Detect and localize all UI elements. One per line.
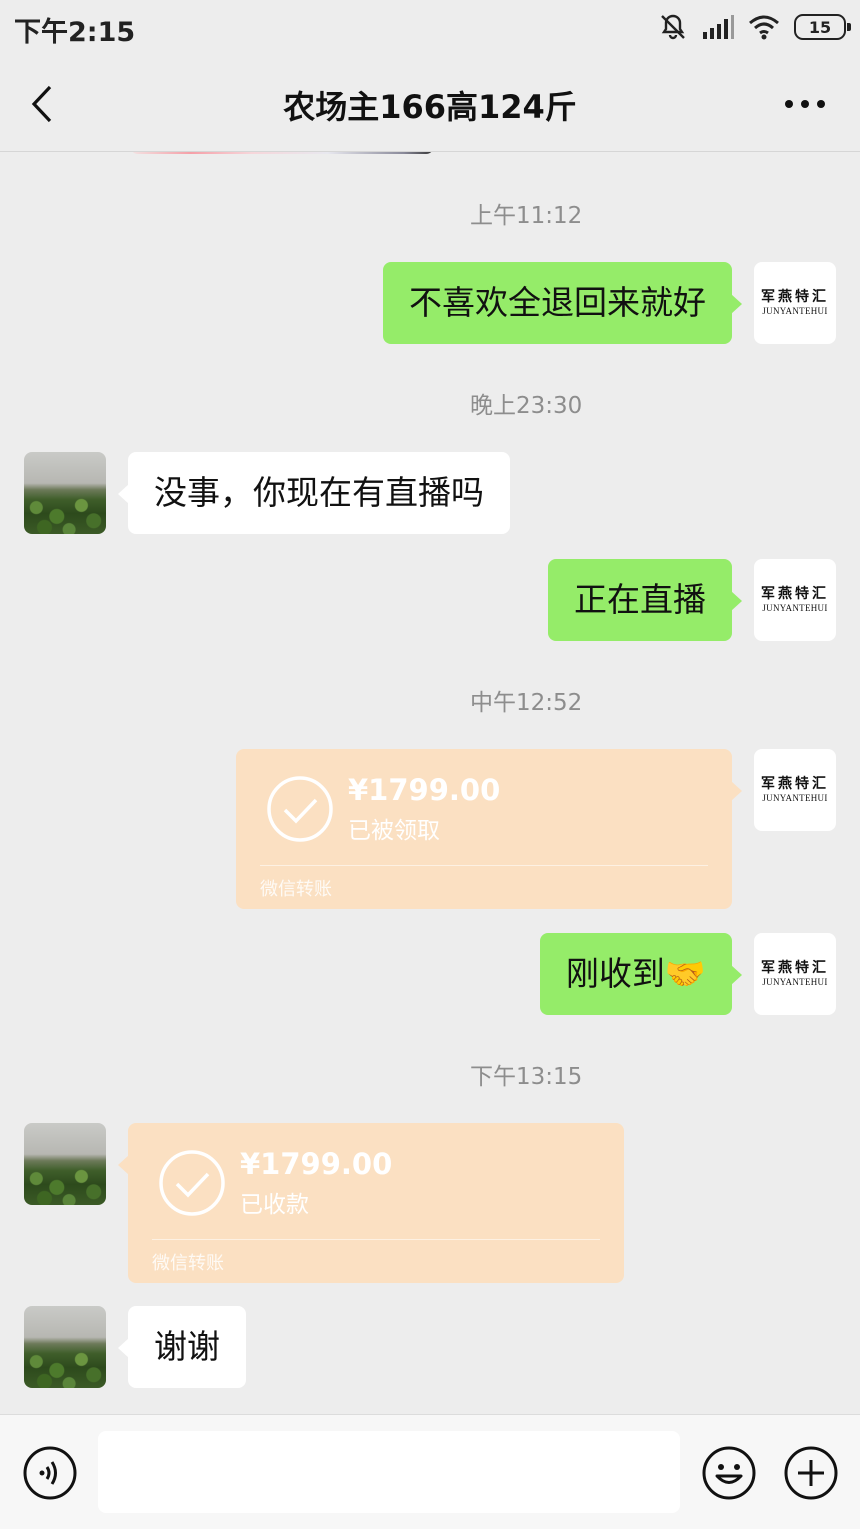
logo-text: 军燕特汇 bbox=[761, 289, 829, 305]
emoji-icon[interactable] bbox=[701, 1445, 757, 1501]
previous-image-message[interactable] bbox=[130, 152, 434, 154]
status-icons: 15 bbox=[658, 12, 851, 42]
signal-icon bbox=[703, 15, 734, 39]
logo-text: 军燕特汇 bbox=[761, 776, 829, 792]
message-text: 刚收到🤝 bbox=[565, 954, 706, 994]
message-bubble[interactable]: 刚收到🤝 bbox=[539, 933, 743, 1015]
contact-avatar[interactable] bbox=[24, 1123, 106, 1205]
transfer-amount: ¥1799.00 bbox=[240, 1147, 393, 1181]
status-bar: 下午2:15 15 bbox=[0, 0, 860, 56]
check-circle-icon bbox=[159, 1150, 225, 1216]
divider bbox=[152, 1239, 600, 1240]
more-dot-icon bbox=[817, 100, 825, 108]
more-button[interactable] bbox=[780, 86, 830, 122]
message-text: 没事，你现在有直播吗 bbox=[154, 473, 484, 513]
chat-header: 农场主166高124斤 bbox=[0, 56, 860, 152]
avatar-photo bbox=[24, 1344, 106, 1388]
transfer-status: 已被领取 bbox=[348, 818, 440, 844]
my-avatar[interactable]: 军燕特汇 JUNYANTEHUI bbox=[754, 933, 836, 1015]
avatar-photo bbox=[24, 490, 106, 534]
message-input[interactable] bbox=[98, 1431, 680, 1513]
my-avatar[interactable]: 军燕特汇 JUNYANTEHUI bbox=[754, 749, 836, 831]
battery-tip bbox=[847, 23, 851, 31]
logo-text: 军燕特汇 bbox=[761, 960, 829, 976]
contact-avatar[interactable] bbox=[24, 452, 106, 534]
plus-icon[interactable] bbox=[783, 1445, 839, 1501]
logo-text: 军燕特汇 bbox=[761, 586, 829, 602]
more-dot-icon bbox=[801, 100, 809, 108]
my-avatar[interactable]: 军燕特汇 JUNYANTEHUI bbox=[754, 559, 836, 641]
transfer-status: 已收款 bbox=[240, 1192, 309, 1218]
logo-subtext: JUNYANTEHUI bbox=[762, 793, 828, 803]
transfer-amount: ¥1799.00 bbox=[348, 773, 501, 807]
mute-bell-icon bbox=[661, 14, 685, 40]
message-bubble[interactable]: 谢谢 bbox=[118, 1306, 246, 1388]
battery-level: 15 bbox=[808, 17, 832, 37]
voice-input-icon[interactable] bbox=[22, 1445, 78, 1501]
contact-avatar[interactable] bbox=[24, 1306, 106, 1388]
battery-icon: 15 bbox=[794, 14, 851, 40]
message-text: 谢谢 bbox=[154, 1327, 220, 1367]
transfer-footer: 微信转账 bbox=[260, 879, 332, 900]
message-bubble[interactable]: 正在直播 bbox=[548, 559, 742, 641]
status-time: 下午2:15 bbox=[14, 17, 136, 48]
logo-subtext: JUNYANTEHUI bbox=[762, 603, 828, 613]
my-avatar[interactable]: 军燕特汇 JUNYANTEHUI bbox=[754, 262, 836, 344]
more-dot-icon bbox=[785, 100, 793, 108]
message-list[interactable]: 上午11:12 不喜欢全退回来就好 军燕特汇 JUNYANTEHUI 晚上23:… bbox=[0, 152, 860, 1414]
input-bar bbox=[0, 1414, 860, 1529]
message-text: 不喜欢全退回来就好 bbox=[409, 283, 706, 323]
wifi-icon bbox=[749, 15, 779, 40]
avatar-photo bbox=[24, 1161, 106, 1205]
message-bubble[interactable]: 没事，你现在有直播吗 bbox=[118, 452, 510, 534]
message-bubble[interactable]: 不喜欢全退回来就好 bbox=[383, 262, 742, 344]
chat-title: 农场主166高124斤 bbox=[283, 88, 577, 126]
transfer-card[interactable]: ¥1799.00 已收款 微信转账 bbox=[118, 1123, 624, 1283]
transfer-footer: 微信转账 bbox=[152, 1253, 224, 1274]
check-circle-icon bbox=[267, 776, 333, 842]
transfer-card[interactable]: ¥1799.00 已被领取 微信转账 bbox=[236, 749, 742, 909]
logo-subtext: JUNYANTEHUI bbox=[762, 306, 828, 316]
logo-subtext: JUNYANTEHUI bbox=[762, 977, 828, 987]
divider bbox=[260, 865, 708, 866]
message-text: 正在直播 bbox=[574, 580, 706, 620]
